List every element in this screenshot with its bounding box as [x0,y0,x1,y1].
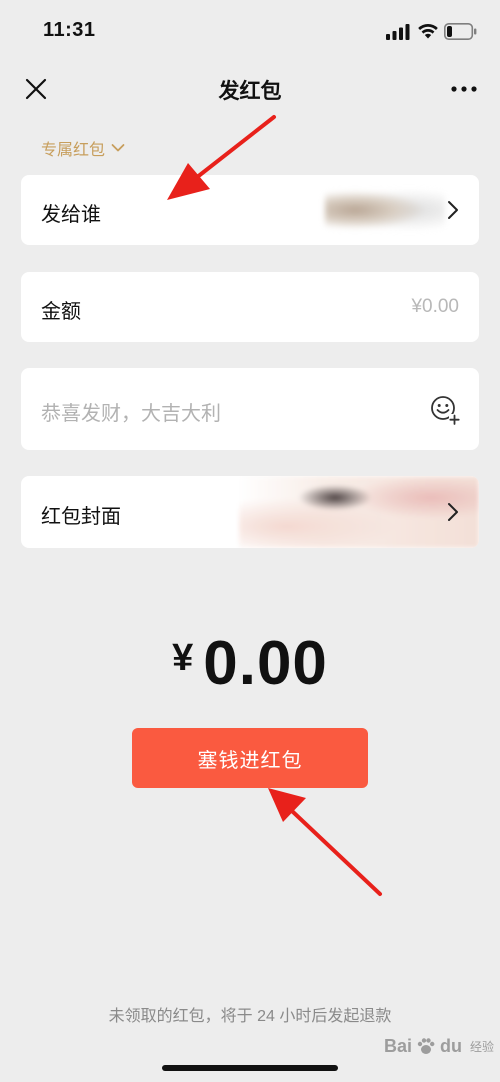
watermark-brand-suffix: du [440,1035,463,1056]
watermark-sub: 经验 [470,1039,495,1054]
total-currency: ¥ [172,637,194,679]
chevron-down-icon [111,144,125,152]
packet-type-selector[interactable]: 专属红包 [41,136,125,160]
watermark-logo: Bai du 经验 [384,1026,494,1066]
arrow-to-submit [268,788,382,896]
watermark-brand: Bai [384,1035,413,1056]
refund-note: 未领取的红包，将于 24 小时后发起退款 [108,1008,392,1025]
recipient-avatar [325,185,445,235]
status-bar: 11:31 [0,0,500,62]
emoji-add-icon[interactable] [430,395,460,425]
total-value: 0.00 [203,629,328,698]
more-icon [451,86,477,92]
paw-icon [417,1038,435,1054]
nav-bar: 发红包 [0,62,500,116]
more-button[interactable] [445,74,483,104]
greeting-field[interactable]: 恭喜发财，大吉大利 [21,368,479,450]
wifi-icon [418,23,438,39]
recipient-label: 发给谁 [41,204,101,226]
amount-field[interactable]: 金额 ¥0.00 [21,272,479,342]
amount-input-value[interactable]: ¥0.00 [411,296,459,318]
chevron-right-icon [448,201,458,219]
home-indicator [162,1065,338,1071]
cover-row[interactable]: 红包封面 [21,476,479,548]
amount-label: 金额 [41,301,81,323]
page-title: 发红包 [218,80,282,103]
status-time: 11:31 [43,19,96,41]
screen: 11:31 发红包 专属红包 发给谁 金额 ¥0.00 恭喜发财，大吉大利 红包… [0,0,500,1082]
greeting-placeholder[interactable]: 恭喜发财，大吉大利 [41,397,221,426]
chevron-right-icon [448,503,458,521]
submit-button[interactable]: 塞钱进红包 [132,728,368,788]
battery-icon [444,23,477,40]
cover-label: 红包封面 [41,506,121,528]
total-amount: ¥0.00 [0,628,500,699]
cover-preview [239,476,479,548]
packet-type-label: 专属红包 [41,142,106,159]
signal-icon [386,24,410,40]
recipient-row[interactable]: 发给谁 [21,175,479,245]
